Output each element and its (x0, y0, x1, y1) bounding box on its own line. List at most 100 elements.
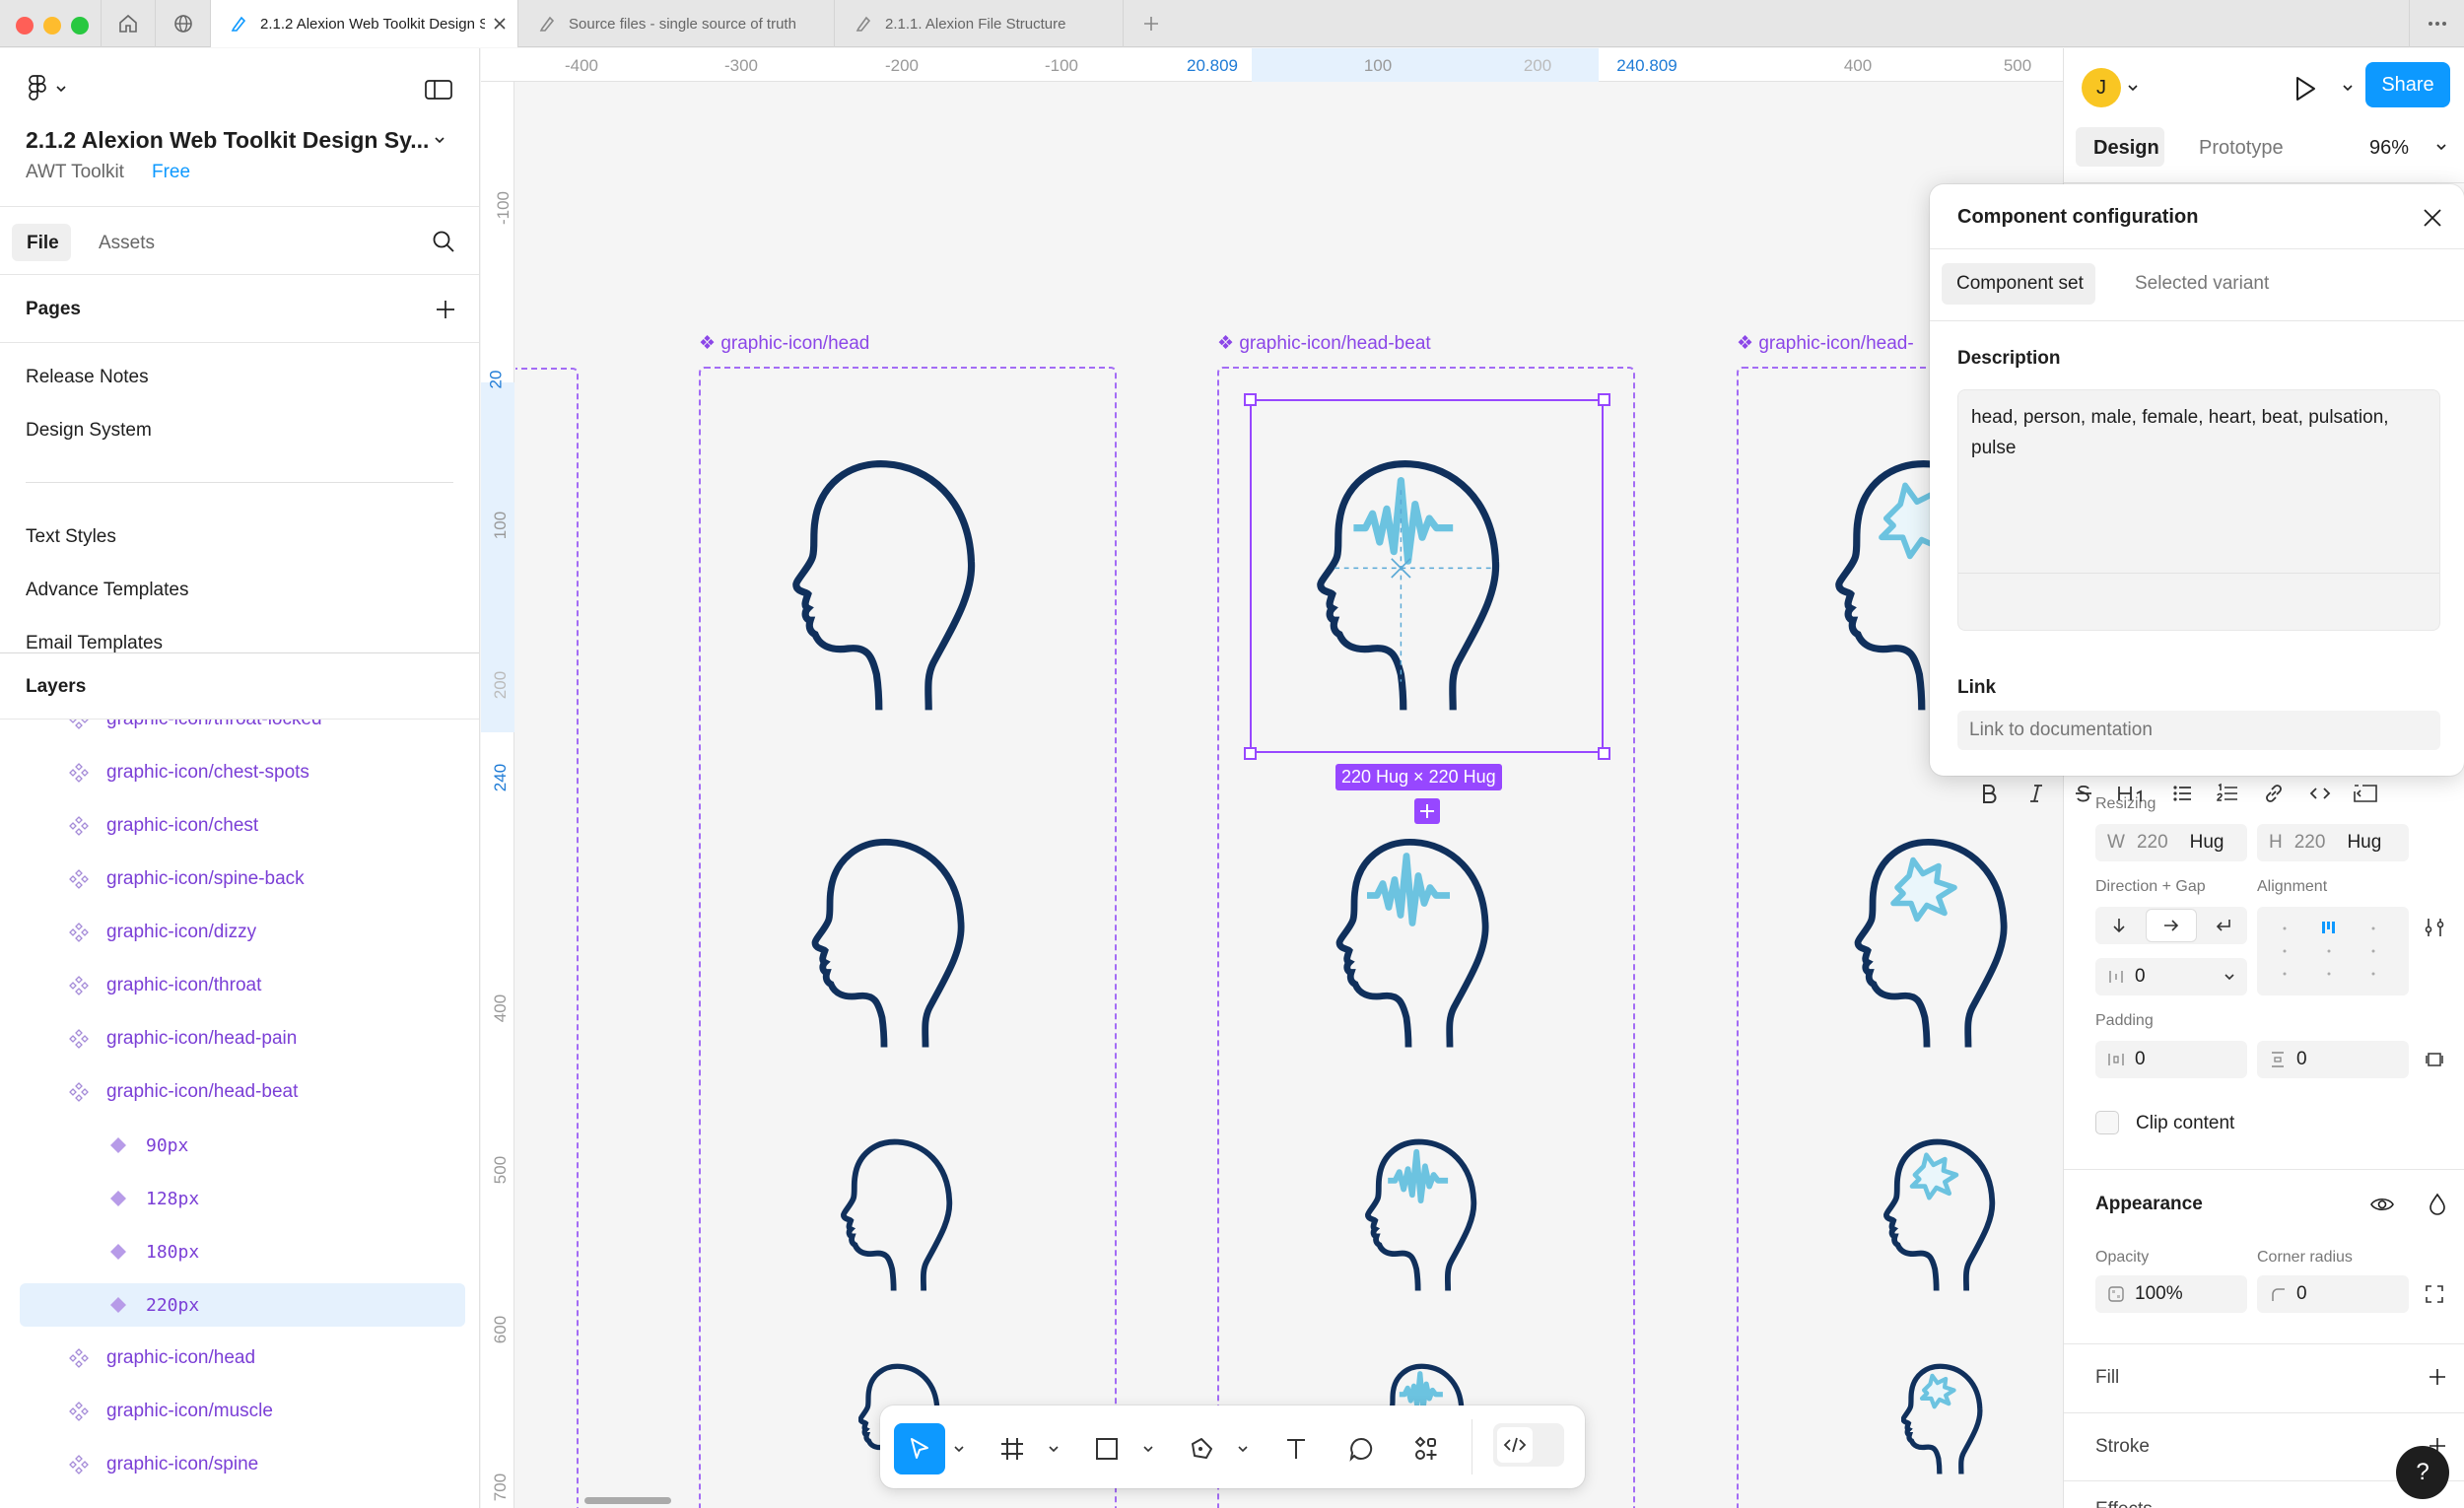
head-beat-icon-128[interactable] (1365, 1136, 1508, 1299)
arrow-down-icon[interactable] (2109, 916, 2129, 935)
documentation-link-input[interactable] (1957, 711, 2440, 750)
link-button[interactable] (2258, 778, 2290, 809)
layer-item[interactable]: graphic-icon/head-beat (0, 1070, 479, 1114)
add-fill-icon[interactable] (2427, 1366, 2448, 1388)
page-item[interactable]: Advance Templates (26, 580, 188, 601)
help-button[interactable]: ? (2396, 1446, 2449, 1499)
tab-source-files[interactable]: Source files - single source of truth (519, 0, 835, 47)
close-icon[interactable] (2421, 206, 2444, 230)
component-set-frame[interactable] (515, 368, 579, 1508)
head-icon-220[interactable] (791, 456, 1028, 722)
tab-design-system[interactable]: 2.1.2 Alexion Web Toolkit Design System (211, 0, 518, 47)
gap-field[interactable]: 0 (2095, 958, 2247, 995)
heading-button[interactable] (2113, 778, 2153, 809)
eye-icon[interactable] (2369, 1194, 2395, 1215)
chevron-down-icon[interactable] (434, 136, 445, 144)
layer-item[interactable]: graphic-icon/throat-locked (0, 720, 479, 741)
vertical-padding-field[interactable]: 0 (2257, 1041, 2409, 1078)
main-menu-button[interactable] (26, 75, 67, 103)
code-button[interactable] (2304, 778, 2336, 809)
width-field[interactable]: W 220 Hug (2095, 824, 2247, 861)
new-tab-button[interactable] (1124, 0, 1179, 47)
file-name[interactable]: 2.1.2 Alexion Web Toolkit Design Sy... (26, 127, 429, 154)
layer-item[interactable]: 90px (0, 1124, 479, 1167)
independent-corners-icon[interactable] (2425, 1284, 2444, 1304)
layer-item[interactable]: graphic-icon/throat (0, 964, 479, 1007)
wrap-icon[interactable] (2214, 916, 2233, 935)
resize-handle[interactable] (1598, 747, 1610, 760)
resize-handle[interactable] (1598, 393, 1610, 406)
zoom-level[interactable]: 96% (2369, 137, 2409, 160)
tab-prototype[interactable]: Prototype (2199, 137, 2284, 160)
text-tool-button[interactable] (1270, 1423, 1322, 1474)
chevron-down-icon[interactable] (2435, 143, 2447, 151)
selection-box[interactable] (1250, 399, 1604, 753)
design-canvas[interactable]: ❖ graphic-icon/head ❖ graphic-icon/head-… (515, 82, 2063, 1508)
blend-mode-icon[interactable] (2427, 1192, 2448, 1217)
frame-label[interactable]: ❖ graphic-icon/head-beat (1217, 332, 1431, 355)
opacity-field[interactable]: 100% (2095, 1275, 2247, 1313)
frame-label[interactable]: ❖ graphic-icon/head- (1737, 332, 1914, 355)
bullet-list-button[interactable] (2166, 778, 2198, 809)
layer-item[interactable]: graphic-icon/head-pain (0, 1017, 479, 1061)
head-pain-icon-90[interactable] (1901, 1363, 2005, 1479)
layer-item[interactable]: graphic-icon/head (0, 1337, 479, 1380)
head-pain-icon-180[interactable] (1854, 836, 2051, 1058)
maximize-window-button[interactable] (71, 17, 89, 34)
add-variant-button[interactable] (1414, 798, 1440, 824)
chevron-down-icon[interactable] (1237, 1443, 1249, 1455)
page-item[interactable]: Release Notes (26, 367, 149, 388)
head-icon-180[interactable] (811, 836, 1008, 1058)
chevron-down-icon[interactable] (2127, 84, 2139, 92)
clip-content-checkbox[interactable] (2095, 1111, 2119, 1134)
add-page-icon[interactable] (434, 298, 457, 321)
direction-horizontal-selected[interactable] (2147, 910, 2196, 941)
layer-item[interactable]: graphic-icon/spine (0, 1443, 479, 1486)
layer-item[interactable]: graphic-icon/chest-spots (0, 751, 479, 794)
layer-item[interactable]: graphic-icon/dizzy (0, 911, 479, 954)
layout-settings-icon[interactable] (2423, 916, 2446, 939)
plan-badge[interactable]: Free (152, 162, 190, 183)
layer-item[interactable]: 180px (0, 1230, 479, 1273)
close-window-button[interactable] (16, 17, 34, 34)
share-button[interactable]: Share (2365, 62, 2450, 107)
play-icon[interactable] (2291, 74, 2318, 103)
chevron-down-icon[interactable] (1048, 1443, 1060, 1455)
layer-item[interactable]: graphic-icon/chest (0, 804, 479, 848)
layer-item[interactable]: graphic-icon/muscle (0, 1390, 479, 1433)
dev-mode-toggle[interactable] (1493, 1423, 1564, 1467)
height-field[interactable]: H 220 Hug (2257, 824, 2409, 861)
head-icon-128[interactable] (841, 1136, 984, 1299)
page-item[interactable]: Email Templates (26, 633, 163, 654)
actions-button[interactable] (1401, 1423, 1452, 1474)
tab-assets[interactable]: Assets (99, 233, 155, 254)
layer-item[interactable]: 128px (0, 1177, 479, 1220)
bold-button[interactable] (1973, 778, 2005, 809)
comment-tool-button[interactable] (1335, 1423, 1387, 1474)
sidebar-toggle-icon[interactable] (424, 78, 453, 102)
alignment-grid[interactable] (2257, 907, 2409, 995)
pen-tool-button[interactable] (1176, 1423, 1227, 1474)
more-menu-button[interactable] (2409, 0, 2464, 47)
tab-file-structure[interactable]: 2.1.1. Alexion File Structure (836, 0, 1124, 47)
canvas-scrollbar[interactable] (584, 1497, 671, 1504)
head-beat-icon-180[interactable] (1335, 836, 1533, 1058)
numbered-list-button[interactable] (2212, 778, 2243, 809)
horizontal-padding-field[interactable]: 0 (2095, 1041, 2247, 1078)
code-block-button[interactable] (2350, 778, 2381, 809)
tab-selected-variant[interactable]: Selected variant (2135, 273, 2269, 295)
individual-padding-icon[interactable] (2425, 1050, 2444, 1069)
layer-item-selected[interactable]: 220px (20, 1283, 465, 1327)
corner-radius-field[interactable]: 0 (2257, 1275, 2409, 1313)
frame-label[interactable]: ❖ graphic-icon/head (699, 332, 869, 355)
minimize-window-button[interactable] (43, 17, 61, 34)
shape-tool-button[interactable] (1081, 1423, 1132, 1474)
close-tab-icon[interactable] (492, 16, 508, 32)
italic-button[interactable] (2020, 778, 2052, 809)
page-item[interactable]: Design System (26, 420, 152, 442)
strikethrough-button[interactable] (2068, 778, 2099, 809)
move-tool-button[interactable] (894, 1423, 945, 1474)
frame-tool-button[interactable] (987, 1423, 1038, 1474)
resize-handle[interactable] (1244, 747, 1257, 760)
description-textarea[interactable]: head, person, male, female, heart, beat,… (1957, 389, 2440, 631)
